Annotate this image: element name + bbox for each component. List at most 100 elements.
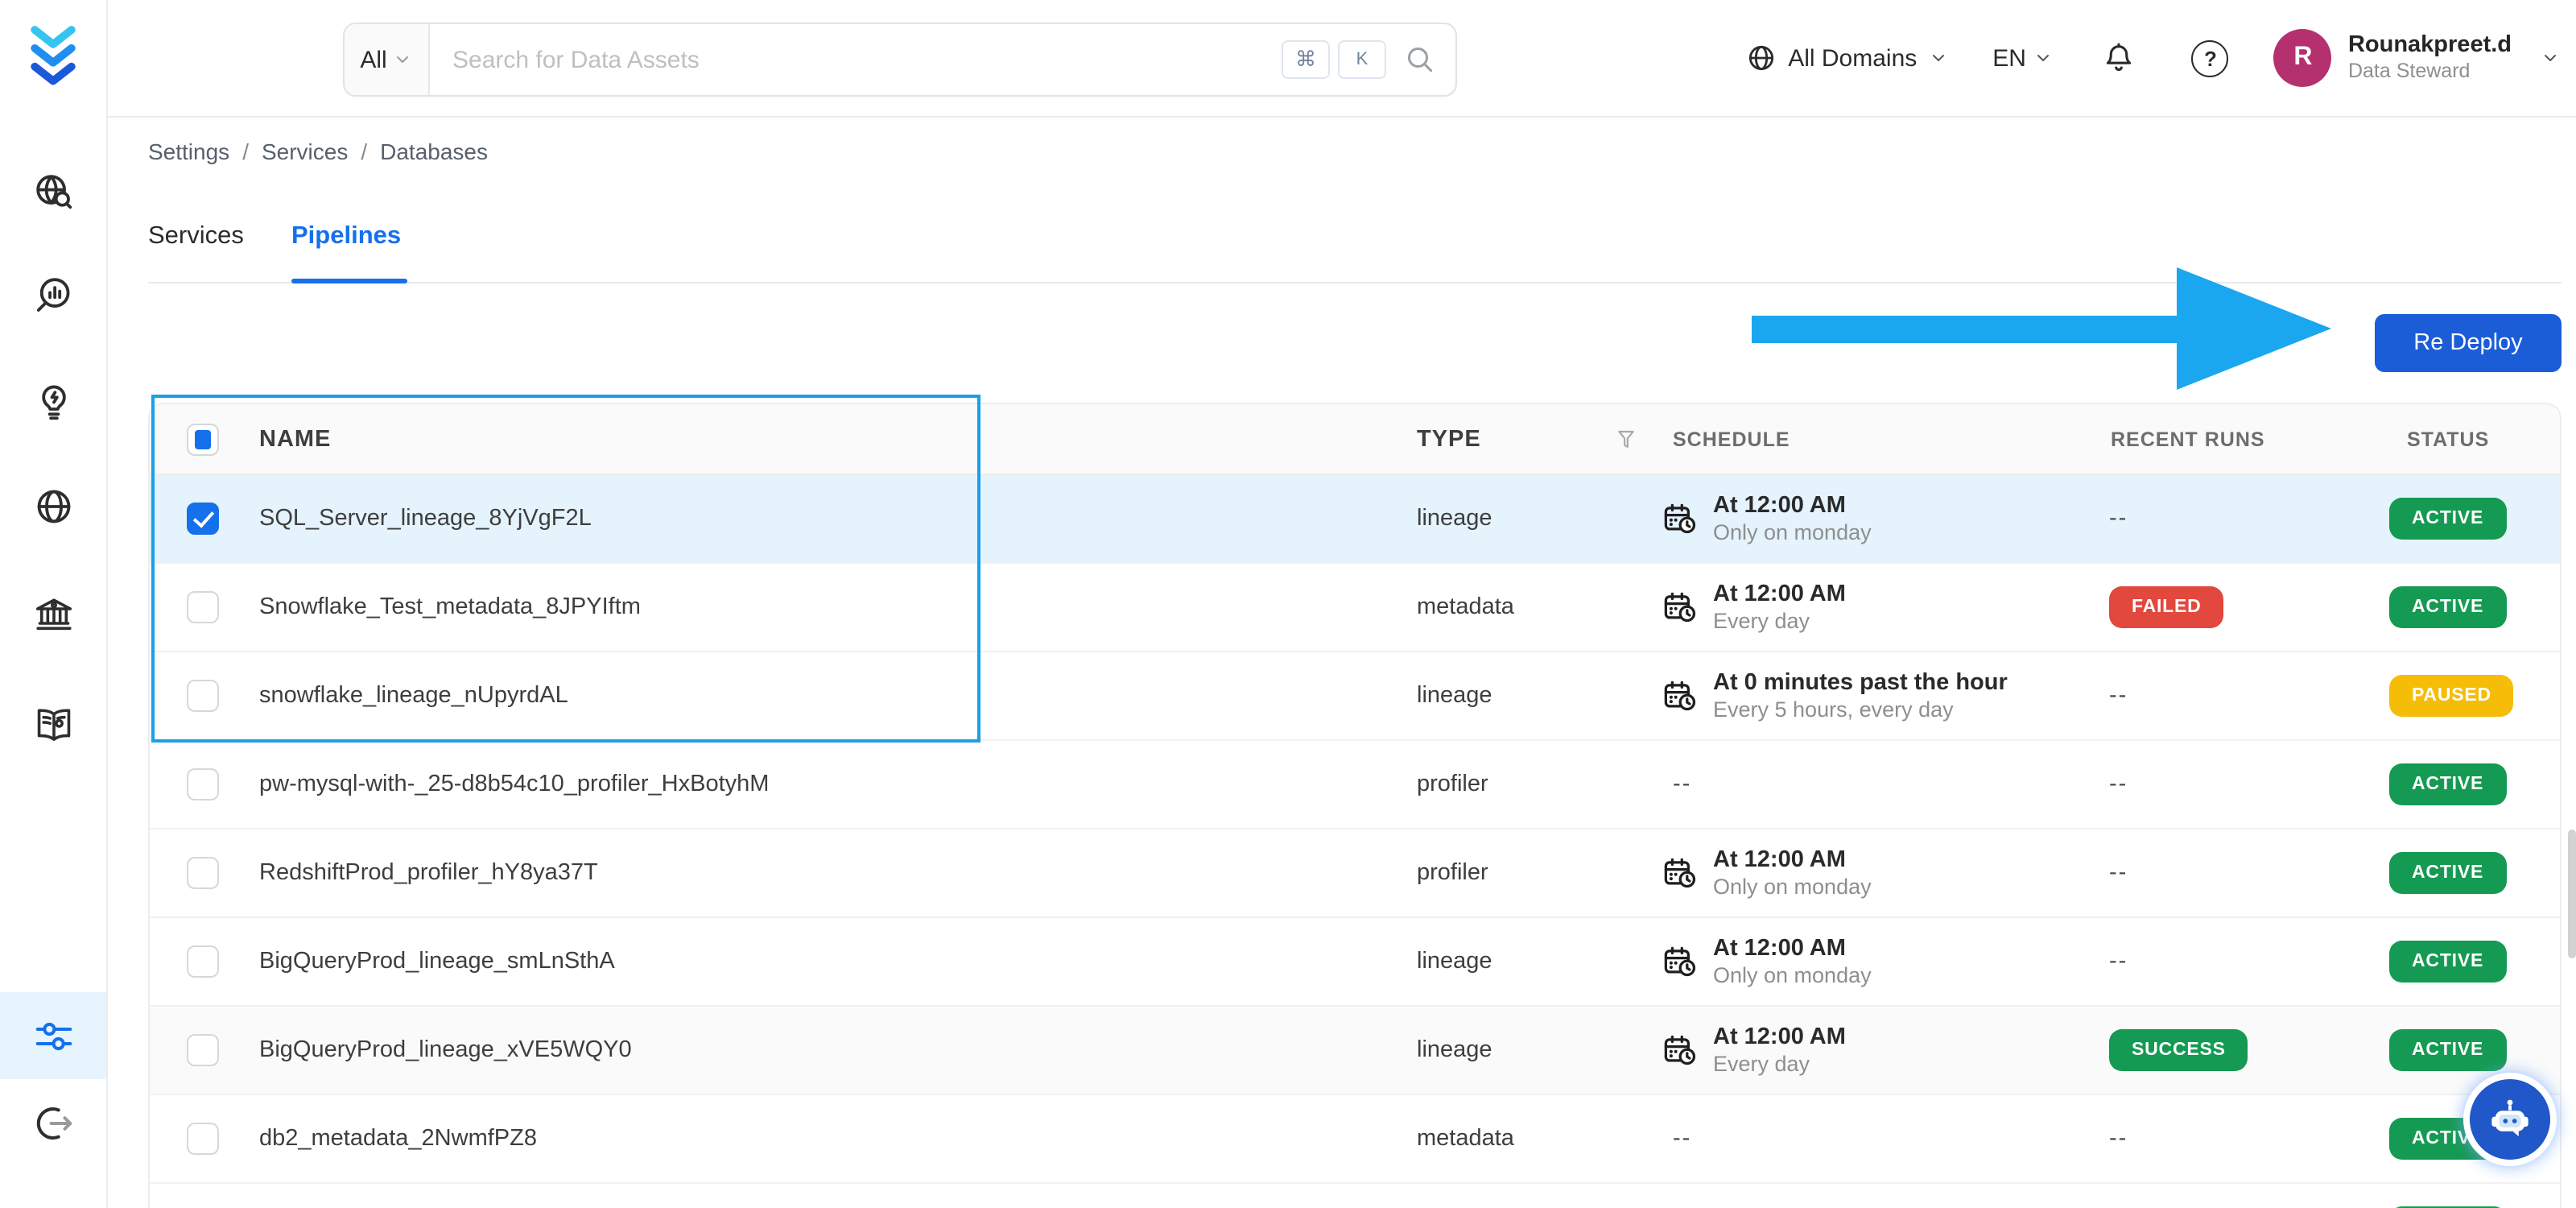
scrollbar-thumb[interactable]	[2568, 829, 2576, 958]
schedule-cell: --	[1658, 1126, 2096, 1152]
chatbot-button[interactable]	[2463, 1073, 2557, 1166]
pipeline-name[interactable]: db2_metadata_2NwmfPZ8	[243, 1126, 1401, 1152]
breadcrumb-databases[interactable]: Databases	[380, 139, 488, 164]
tab-pipelines[interactable]: Pipelines	[291, 222, 401, 251]
pipeline-type: lineage	[1417, 506, 1492, 532]
sidebar-item-globe-search[interactable]	[0, 148, 106, 235]
table-row[interactable]: mastun_lineage_xBY00YKglineageACTIVE	[150, 1184, 2560, 1208]
recent-runs-empty: --	[2109, 506, 2128, 532]
header-status: STATUS	[2407, 428, 2490, 450]
status-badge[interactable]: ACTIVE	[2389, 586, 2507, 628]
schedule-texts: At 12:00 AM Every day	[1713, 579, 1846, 635]
sidebar-item-chart-search[interactable]	[0, 251, 106, 338]
topbar-right: All Domains EN ? R Rounakpreet.d Data St…	[1744, 0, 2576, 116]
table-row[interactable]: BigQueryProd_lineage_xVE5WQY0 lineage At 1…	[150, 1007, 2560, 1095]
pipeline-type: lineage	[1417, 949, 1492, 974]
pipeline-name[interactable]: RedshiftProd_profiler_hY8ya37T	[243, 860, 1401, 886]
breadcrumb: Settings / Services / Databases	[148, 139, 488, 164]
row-checkbox-cell	[150, 945, 243, 978]
chevron-down-icon	[394, 50, 413, 69]
schedule-cell: At 12:00 AM Only on monday	[1658, 933, 2096, 990]
search-input[interactable]	[430, 46, 1282, 73]
filter-funnel-icon[interactable]	[1613, 426, 1639, 452]
redeploy-button[interactable]: Re Deploy	[2375, 314, 2562, 372]
search-scope-label: All	[360, 46, 387, 73]
globe-icon	[1744, 42, 1777, 74]
schedule-time: At 12:00 AM	[1713, 492, 1846, 518]
user-info[interactable]: Rounakpreet.d Data Steward	[2348, 33, 2512, 83]
schedule-frequency: Only on monday	[1713, 874, 1872, 899]
schedule-frequency: Every day	[1713, 608, 1810, 633]
language-label: EN	[1992, 44, 2026, 72]
domain-selector[interactable]: All Domains	[1744, 42, 1947, 74]
status-badge[interactable]: ACTIVE	[2389, 941, 2507, 983]
sidebar-item-bulb[interactable]	[0, 358, 106, 445]
breadcrumb-services[interactable]: Services	[262, 139, 348, 164]
sidebar-item-sliders[interactable]	[0, 992, 106, 1079]
robot-icon	[2483, 1092, 2537, 1147]
sidebar-item-book[interactable]	[0, 681, 106, 768]
recent-run-badge: SUCCESS	[2109, 1029, 2248, 1071]
sidebar-item-bank[interactable]	[0, 572, 106, 659]
schedule-texts: At 0 minutes past the hour Every 5 hours,…	[1713, 668, 2008, 724]
sidebar-item-globe[interactable]	[0, 462, 106, 549]
status-badge[interactable]: PAUSED	[2389, 675, 2514, 717]
status-cell: PAUSED	[2380, 675, 2560, 717]
user-name: Rounakpreet.d	[2347, 32, 2512, 59]
table-row[interactable]: pw-mysql-with-_25-d8b54c10_profiler_HxBo…	[150, 741, 2560, 829]
annotation-highlight-box	[151, 395, 980, 743]
tab-services[interactable]: Services	[148, 222, 244, 251]
sliders-icon	[31, 1014, 75, 1057]
status-badge[interactable]: ACTIVE	[2389, 852, 2507, 894]
chevron-down-icon	[1928, 48, 1947, 68]
recent-runs-cell: --	[2096, 858, 2380, 887]
topbar: All ⌘ K All Domains EN ? R	[106, 0, 2576, 118]
help-icon[interactable]: ?	[2191, 39, 2229, 77]
schedule-time: At 12:00 AM	[1713, 846, 1846, 872]
search-icon[interactable]	[1404, 43, 1436, 76]
chevron-down-icon[interactable]	[2541, 48, 2560, 68]
cmd-key-badge: ⌘	[1282, 40, 1330, 79]
row-checkbox-cell	[150, 768, 243, 801]
status-badge[interactable]: ACTIVE	[2389, 763, 2507, 805]
user-role: Data Steward	[2347, 60, 2471, 83]
status-cell: ACTIVE	[2380, 852, 2560, 894]
schedule-cell: At 12:00 AM Only on monday	[1658, 490, 2096, 547]
pipeline-name[interactable]: BigQueryProd_lineage_smLnSthA	[243, 949, 1401, 974]
status-cell: ACTIVE	[2380, 498, 2560, 540]
app-logo[interactable]	[21, 19, 85, 90]
row-checkbox[interactable]	[187, 1123, 219, 1155]
schedule-cell: At 12:00 AM Only on monday	[1658, 845, 2096, 901]
recent-runs-empty: --	[2109, 949, 2128, 974]
breadcrumb-settings[interactable]: Settings	[148, 139, 229, 164]
recent-runs-empty: --	[2109, 683, 2128, 709]
table-row[interactable]: BigQueryProd_lineage_smLnSthA lineage At 1…	[150, 918, 2560, 1007]
breadcrumb-separator: /	[242, 139, 249, 164]
avatar[interactable]: R	[2273, 29, 2332, 87]
breadcrumb-separator: /	[361, 139, 368, 164]
logo-icon	[21, 19, 85, 90]
recent-runs-cell: FAILED	[2096, 586, 2380, 628]
table-row[interactable]: db2_metadata_2NwmfPZ8 metadata -- -- ACTIVE	[150, 1095, 2560, 1184]
recent-runs-cell: SUCCESS	[2096, 1029, 2380, 1071]
row-checkbox[interactable]	[187, 857, 219, 889]
status-badge[interactable]: ACTIVE	[2389, 498, 2507, 540]
sidebar-item-logout[interactable]	[0, 1079, 106, 1166]
pipeline-name[interactable]: BigQueryProd_lineage_xVE5WQY0	[243, 1037, 1401, 1063]
notifications-bell-icon[interactable]	[2102, 40, 2137, 76]
pipeline-name[interactable]: pw-mysql-with-_25-d8b54c10_profiler_HxBo…	[243, 772, 1401, 797]
calendar-clock-icon	[1662, 943, 1699, 980]
search-scope-dropdown[interactable]: All	[345, 24, 430, 95]
language-selector[interactable]: EN	[1992, 44, 2054, 72]
status-cell: ACTIVE	[2380, 941, 2560, 983]
table-row[interactable]: RedshiftProd_profiler_hY8ya37T profiler At…	[150, 829, 2560, 918]
row-checkbox[interactable]	[187, 768, 219, 801]
schedule-texts: At 12:00 AM Only on monday	[1713, 845, 1872, 901]
schedule-cell: At 12:00 AM Every day	[1658, 1022, 2096, 1078]
schedule-frequency: Only on monday	[1713, 519, 1872, 544]
recent-runs-cell: --	[2096, 947, 2380, 976]
recent-runs-cell: --	[2096, 681, 2380, 710]
status-badge[interactable]: ACTIVE	[2389, 1029, 2507, 1071]
row-checkbox[interactable]	[187, 1034, 219, 1066]
row-checkbox[interactable]	[187, 945, 219, 978]
